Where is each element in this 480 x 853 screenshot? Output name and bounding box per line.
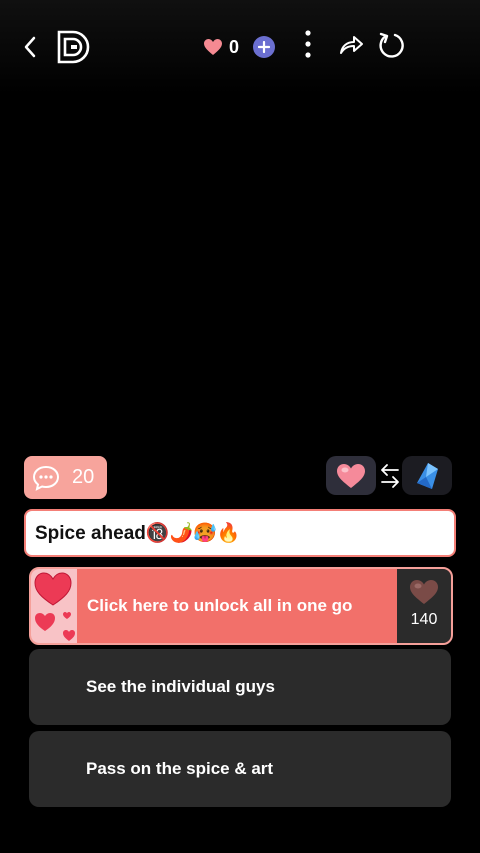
comments-count: 20	[72, 466, 95, 488]
back-icon[interactable]	[14, 30, 46, 64]
pass-button[interactable]: Pass on the spice & art	[29, 731, 451, 807]
unlock-price: 140	[397, 569, 451, 643]
heart-balance-count: 0	[229, 36, 240, 57]
heart-balance[interactable]: 0	[203, 34, 239, 60]
pass-label: Pass on the spice & art	[86, 759, 274, 778]
heart-currency-tile[interactable]	[326, 456, 376, 495]
swap-arrows-icon	[378, 462, 402, 490]
refresh-icon[interactable]	[373, 27, 409, 63]
hearts-thumbnail	[31, 569, 77, 643]
more-options-icon[interactable]	[296, 27, 320, 61]
unlock-price-value: 140	[410, 611, 438, 628]
top-bar: 0	[0, 0, 480, 95]
message-bubble: Spice ahead🔞🌶️🥵🔥	[24, 509, 456, 557]
logo-icon[interactable]	[54, 27, 94, 67]
add-hearts-button[interactable]	[253, 36, 275, 58]
heart-icon	[410, 580, 438, 604]
gem-currency-tile[interactable]	[402, 456, 452, 495]
see-individual-button[interactable]: See the individual guys	[29, 649, 451, 725]
see-individual-label: See the individual guys	[86, 677, 275, 696]
unlock-all-button[interactable]: Click here to unlock all in one go 140	[29, 567, 453, 645]
heart-icon	[204, 39, 222, 55]
plus-icon	[258, 41, 270, 53]
chat-bubble-icon	[32, 465, 60, 491]
message-text: Spice ahead🔞🌶️🥵🔥	[35, 523, 241, 544]
gem-icon	[417, 462, 438, 489]
heart-icon	[337, 463, 365, 488]
currency-swap[interactable]	[326, 456, 452, 496]
unlock-all-label: Click here to unlock all in one go	[87, 596, 353, 615]
share-icon[interactable]	[334, 28, 368, 62]
comments-button[interactable]: 20	[24, 456, 107, 499]
